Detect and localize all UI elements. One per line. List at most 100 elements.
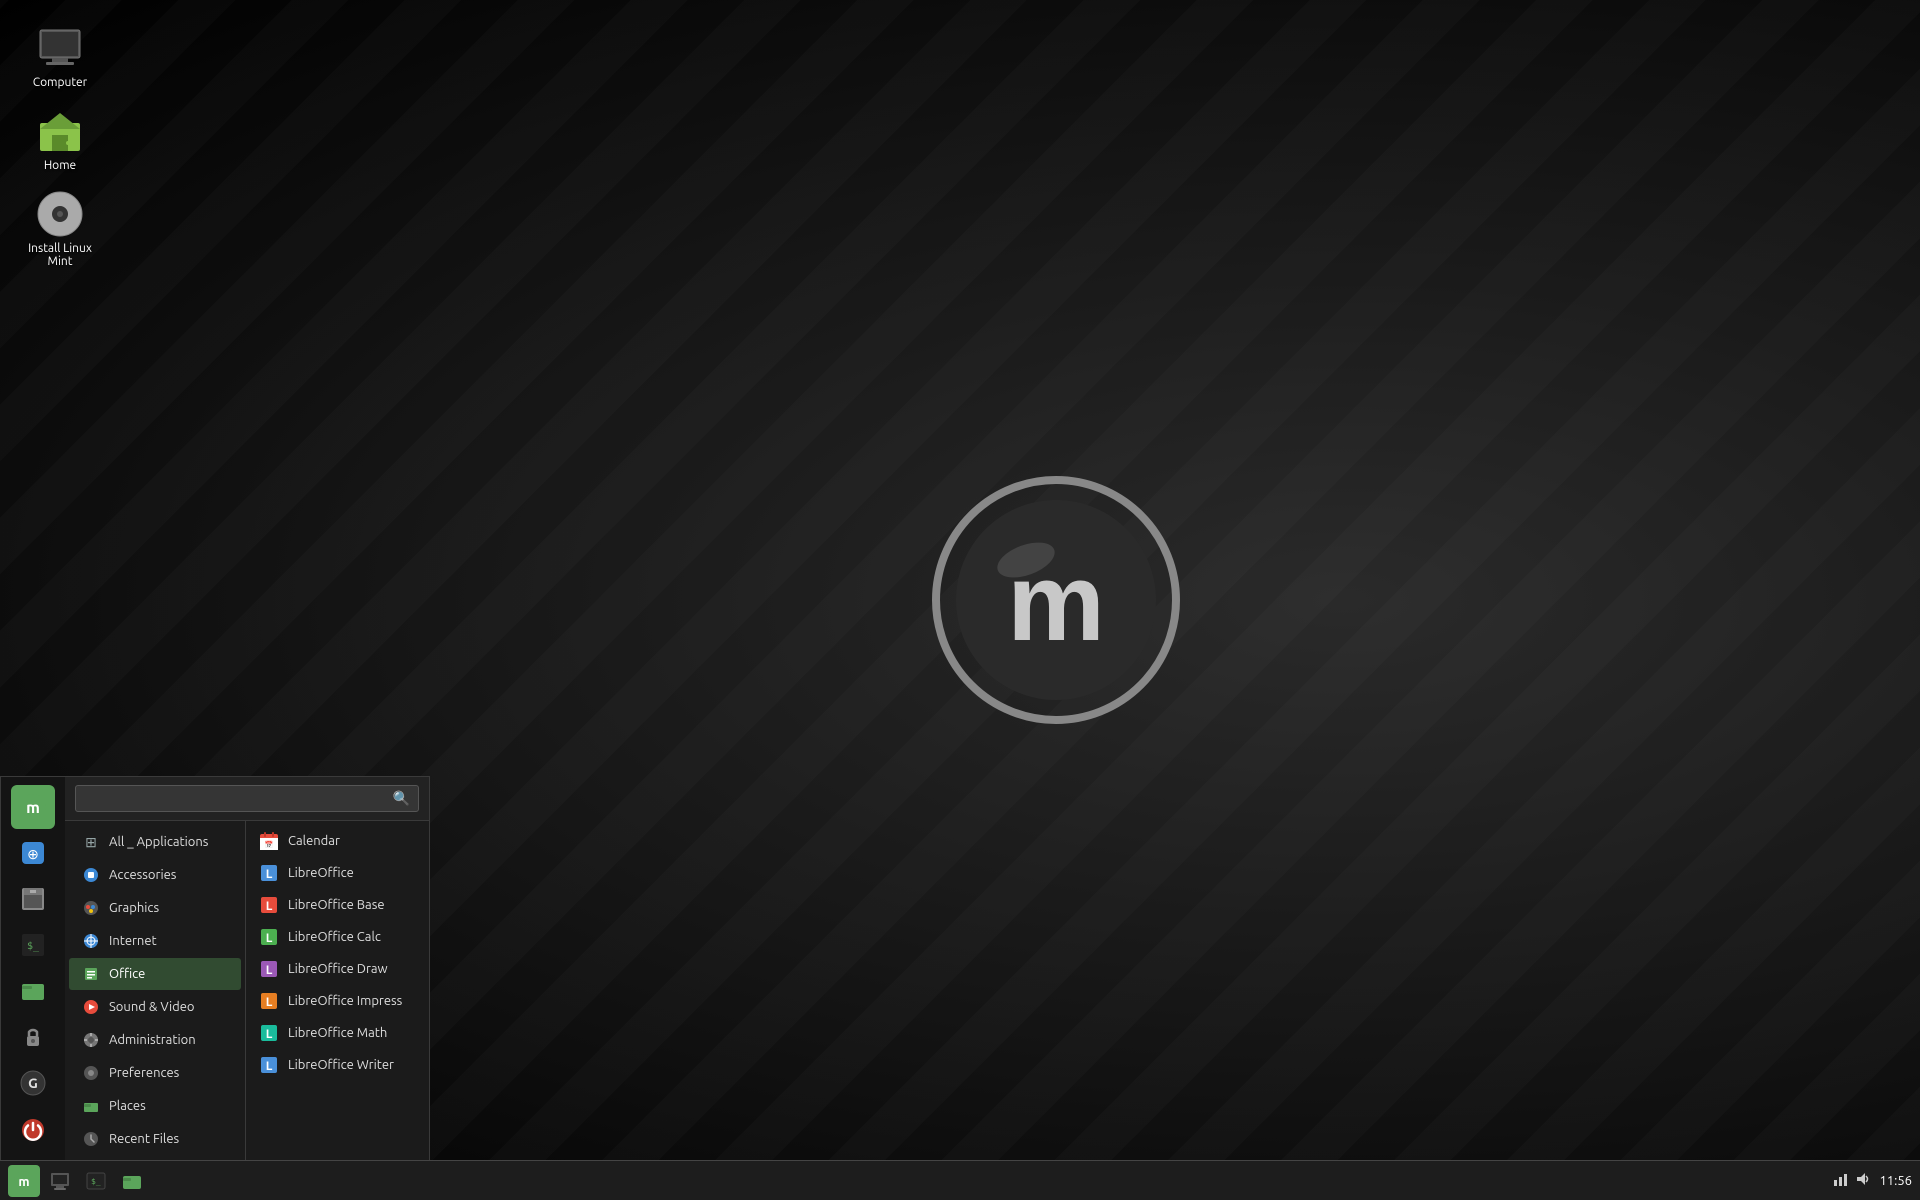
app-libreoffice-calc[interactable]: L LibreOffice Calc xyxy=(246,921,429,953)
sidebar-icon-terminal[interactable]: $_ xyxy=(11,923,55,967)
category-administration-label: Administration xyxy=(109,1033,196,1047)
preferences-icon xyxy=(81,1063,101,1083)
category-graphics-label: Graphics xyxy=(109,901,159,915)
app-libreoffice-math[interactable]: L LibreOffice Math xyxy=(246,1017,429,1049)
app-libreoffice-label: LibreOffice xyxy=(288,866,354,880)
svg-text:m: m xyxy=(26,799,40,817)
category-recent-files[interactable]: Recent Files xyxy=(69,1123,241,1155)
taskbar-right: 11:56 xyxy=(1833,1171,1912,1190)
app-calendar[interactable]: 📅 Calendar xyxy=(246,825,429,857)
sidebar-icon-package[interactable] xyxy=(11,877,55,921)
category-recent-files-label: Recent Files xyxy=(109,1132,179,1146)
desktop-icon-home[interactable]: Home xyxy=(20,103,100,176)
calendar-app-icon: 📅 xyxy=(258,830,280,852)
category-administration[interactable]: Administration xyxy=(69,1024,241,1056)
home-icon-label: Home xyxy=(44,159,76,172)
svg-text:$_: $_ xyxy=(91,1177,101,1186)
svg-text:L: L xyxy=(266,1060,273,1073)
svg-text:L: L xyxy=(266,964,273,977)
app-libreoffice-math-label: LibreOffice Math xyxy=(288,1026,387,1040)
administration-icon xyxy=(81,1030,101,1050)
all-apps-icon: ⊞ xyxy=(81,832,101,852)
category-internet-label: Internet xyxy=(109,934,157,948)
start-main: 🔍 ⊞ All _ Applications Accessories xyxy=(65,777,429,1160)
menu-body: ⊞ All _ Applications Accessories xyxy=(65,821,429,1160)
desktop-icons-container: Computer Home Install Lin xyxy=(20,20,100,272)
libreoffice-app-icon: L xyxy=(258,862,280,884)
install-icon xyxy=(36,190,84,238)
category-graphics[interactable]: Graphics xyxy=(69,892,241,924)
taskbar-terminal[interactable]: $_ xyxy=(80,1165,112,1197)
start-sidebar: m ⊕ $_ xyxy=(1,777,65,1160)
svg-text:L: L xyxy=(266,996,273,1009)
recent-files-icon xyxy=(81,1129,101,1149)
graphics-icon xyxy=(81,898,101,918)
app-libreoffice-base-label: LibreOffice Base xyxy=(288,898,385,912)
category-internet[interactable]: Internet xyxy=(69,925,241,957)
svg-text:$_: $_ xyxy=(27,941,40,952)
category-preferences[interactable]: Preferences xyxy=(69,1057,241,1089)
category-preferences-label: Preferences xyxy=(109,1066,179,1080)
sidebar-icon-files[interactable] xyxy=(11,969,55,1013)
taskbar-mint-button[interactable]: m xyxy=(8,1165,40,1197)
taskbar-time: 11:56 xyxy=(1879,1174,1912,1188)
category-accessories-label: Accessories xyxy=(109,868,176,882)
office-icon xyxy=(81,964,101,984)
category-office[interactable]: Office xyxy=(69,958,241,990)
app-libreoffice-impress[interactable]: L LibreOffice Impress xyxy=(246,985,429,1017)
category-office-label: Office xyxy=(109,967,145,981)
app-libreoffice-writer-label: LibreOffice Writer xyxy=(288,1058,394,1072)
libreoffice-base-icon: L xyxy=(258,894,280,916)
app-libreoffice-draw[interactable]: L LibreOffice Draw xyxy=(246,953,429,985)
taskbar-system-icons xyxy=(1833,1171,1871,1190)
category-all-applications[interactable]: ⊞ All _ Applications xyxy=(69,826,241,858)
sidebar-icon-software[interactable]: ⊕ xyxy=(11,831,55,875)
sidebar-icon-lock[interactable] xyxy=(11,1015,55,1059)
mint-logo: m xyxy=(926,470,1186,730)
network-icon xyxy=(1833,1171,1849,1190)
home-icon xyxy=(36,107,84,155)
category-accessories[interactable]: Accessories xyxy=(69,859,241,891)
libreoffice-writer-icon: L xyxy=(258,1054,280,1076)
svg-text:L: L xyxy=(266,932,273,945)
category-places-label: Places xyxy=(109,1099,146,1113)
sidebar-icon-gramps[interactable]: G xyxy=(11,1061,55,1105)
app-calendar-label: Calendar xyxy=(288,834,340,848)
svg-text:⊕: ⊕ xyxy=(27,846,39,862)
taskbar-show-desktop[interactable] xyxy=(44,1165,76,1197)
apps-list: 📅 Calendar L LibreOffice L xyxy=(245,821,429,1160)
app-libreoffice-impress-label: LibreOffice Impress xyxy=(288,994,402,1008)
start-menu: m ⊕ $_ xyxy=(0,776,430,1160)
category-sound-video-label: Sound & Video xyxy=(109,1000,195,1014)
volume-icon[interactable] xyxy=(1855,1171,1871,1190)
app-libreoffice-base[interactable]: L LibreOffice Base xyxy=(246,889,429,921)
app-libreoffice-draw-label: LibreOffice Draw xyxy=(288,962,388,976)
taskbar-left: m $_ xyxy=(8,1165,148,1197)
svg-text:L: L xyxy=(266,868,273,881)
desktop-icon-computer[interactable]: Computer xyxy=(20,20,100,93)
desktop: m Computer xyxy=(0,0,1920,1200)
category-all-label: All _ Applications xyxy=(109,835,208,849)
category-sound-video[interactable]: Sound & Video xyxy=(69,991,241,1023)
internet-icon xyxy=(81,931,101,951)
app-libreoffice[interactable]: L LibreOffice xyxy=(246,857,429,889)
svg-text:L: L xyxy=(266,1028,273,1041)
app-libreoffice-writer[interactable]: L LibreOffice Writer xyxy=(246,1049,429,1081)
taskbar-files[interactable] xyxy=(116,1165,148,1197)
search-input-wrap: 🔍 xyxy=(75,785,419,812)
accessories-icon xyxy=(81,865,101,885)
svg-text:m: m xyxy=(18,1175,29,1189)
desktop-icon-install[interactable]: Install Linux Mint xyxy=(20,186,100,272)
search-icon[interactable]: 🔍 xyxy=(393,790,410,807)
search-input[interactable] xyxy=(84,792,393,806)
places-icon xyxy=(81,1096,101,1116)
sidebar-icon-power[interactable] xyxy=(11,1108,55,1152)
sidebar-icon-mint[interactable]: m xyxy=(11,785,55,829)
sound-video-icon xyxy=(81,997,101,1017)
categories-list: ⊞ All _ Applications Accessories xyxy=(65,821,245,1160)
computer-icon xyxy=(36,24,84,72)
install-icon-label: Install Linux Mint xyxy=(24,242,96,268)
libreoffice-calc-icon: L xyxy=(258,926,280,948)
category-places[interactable]: Places xyxy=(69,1090,241,1122)
computer-icon-label: Computer xyxy=(33,76,87,89)
